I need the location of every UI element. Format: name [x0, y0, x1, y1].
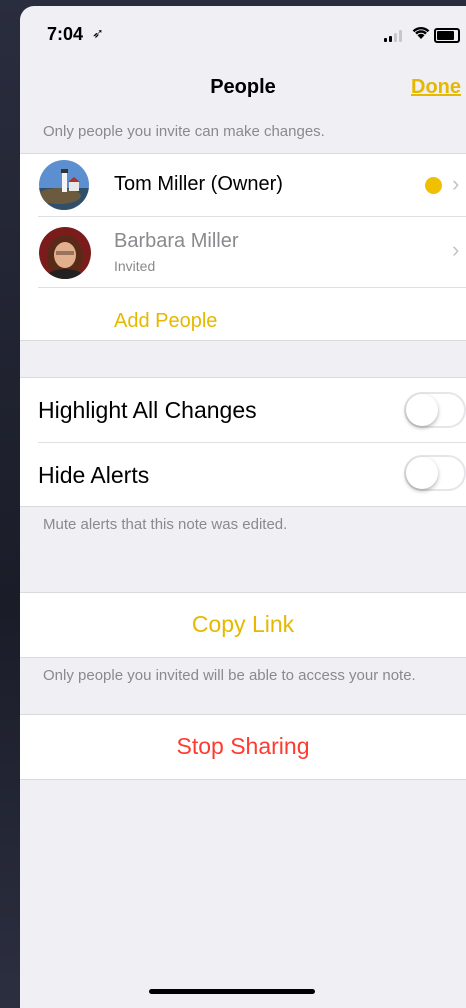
add-people-button[interactable]: Add People — [114, 310, 217, 333]
alerts-note: Mute alerts that this note was edited. — [43, 516, 288, 533]
copy-link-button[interactable]: Copy Link — [20, 611, 466, 638]
copy-link-group: Copy Link — [20, 592, 466, 658]
person-status: Invited — [114, 258, 156, 274]
location-icon: ➶ — [92, 25, 104, 41]
person-avatar — [39, 227, 91, 279]
highlight-changes-toggle[interactable] — [404, 392, 466, 428]
wifi-icon — [411, 25, 431, 45]
person-name: Tom Miller (Owner) — [114, 173, 283, 195]
divider — [38, 287, 466, 288]
access-note: Only people you invited will be able to … — [43, 667, 416, 684]
cellular-signal-icon — [384, 29, 406, 42]
toggle-knob — [406, 394, 438, 426]
clock: 7:04 — [47, 24, 84, 44]
hide-alerts-label: Hide Alerts — [38, 462, 150, 488]
person-name: Barbara Miller — [114, 230, 239, 252]
chevron-right-icon: › — [452, 171, 460, 196]
status-bar: 7:04 ➶ — [20, 6, 466, 62]
person-row-owner[interactable]: Tom Miller (Owner) › — [20, 154, 466, 216]
home-indicator[interactable] — [149, 989, 315, 994]
battery-icon — [434, 28, 460, 43]
navigation-bar: People Done — [20, 64, 466, 114]
done-button[interactable]: Done — [411, 76, 461, 99]
highlight-changes-row: Highlight All Changes — [20, 378, 466, 442]
stop-sharing-button[interactable]: Stop Sharing — [20, 733, 466, 760]
people-list: Tom Miller (Owner) › Barbara Miller Invi… — [20, 153, 466, 341]
lighthouse-avatar — [39, 160, 89, 210]
settings-group: Highlight All Changes Hide Alerts — [20, 377, 466, 507]
people-note: Only people you invite can make changes. — [43, 123, 325, 140]
hide-alerts-toggle[interactable] — [404, 455, 466, 491]
hide-alerts-row: Hide Alerts — [20, 443, 466, 506]
highlight-changes-label: Highlight All Changes — [38, 397, 257, 423]
page-title: People — [210, 76, 276, 98]
chevron-right-icon: › — [452, 237, 460, 262]
people-sheet: 7:04 ➶ People Done Only people you invit… — [20, 6, 466, 1008]
stop-sharing-group: Stop Sharing — [20, 714, 466, 780]
toggle-knob — [406, 457, 438, 489]
person-row-invited[interactable]: Barbara Miller Invited › — [20, 217, 466, 286]
owner-status-dot — [425, 177, 442, 194]
